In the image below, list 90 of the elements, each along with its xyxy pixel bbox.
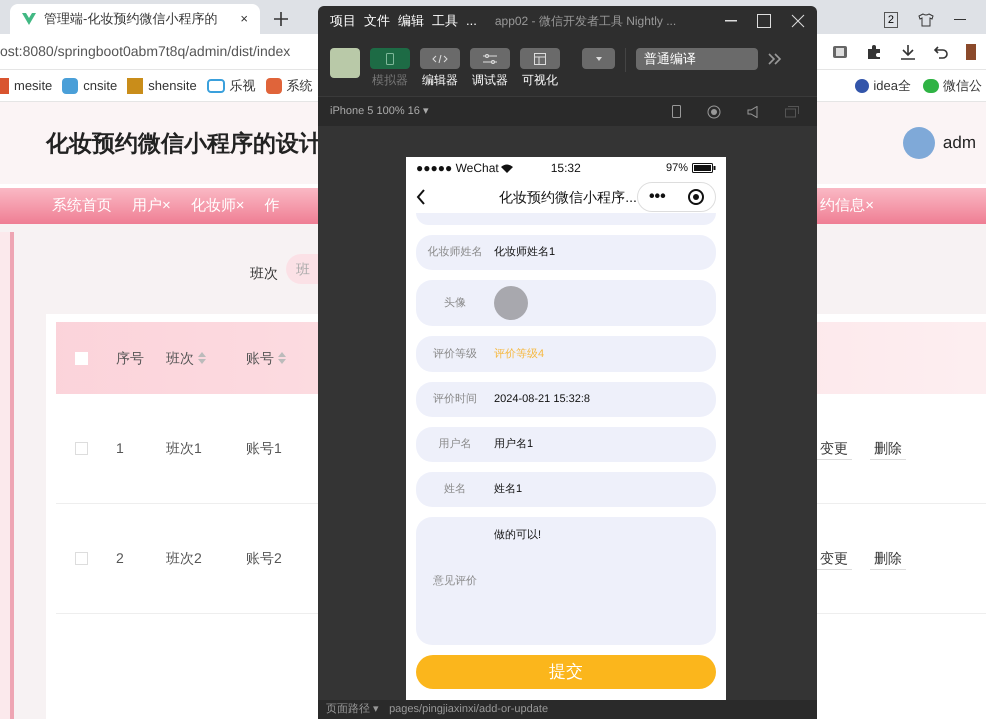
checkbox[interactable] xyxy=(74,442,88,455)
field-label: 化妆师姓名 xyxy=(426,245,484,260)
field-label: 意见评价 xyxy=(432,574,478,589)
username: adm xyxy=(942,132,976,154)
avatar-icon xyxy=(902,127,935,159)
bookmark-icon xyxy=(0,78,9,94)
close-icon[interactable] xyxy=(791,14,805,28)
bookmark-icon xyxy=(206,78,225,92)
back-icon[interactable] xyxy=(416,189,426,205)
column-header[interactable]: 序号 xyxy=(106,348,156,368)
target-icon xyxy=(688,189,704,205)
bookmark-icon xyxy=(127,78,144,94)
chevron-right-icon[interactable] xyxy=(768,53,782,65)
reader-icon[interactable] xyxy=(832,44,848,58)
sliders-icon xyxy=(483,54,497,64)
form-field[interactable]: 化妆师姓名 化妆师姓名1 xyxy=(416,235,716,270)
table-cell: 账号1 xyxy=(246,440,282,456)
wifi-icon xyxy=(500,164,513,172)
code-icon xyxy=(432,54,448,62)
field-label: 姓名 xyxy=(443,482,467,498)
avatar-photo xyxy=(330,48,360,78)
bookmark-icon xyxy=(855,78,870,92)
compile-mode-select[interactable]: 普通编译 xyxy=(636,48,758,70)
bookmark[interactable]: mesite xyxy=(0,76,52,96)
download-icon[interactable] xyxy=(900,44,916,60)
new-tab-icon[interactable] xyxy=(274,12,288,26)
sort-icon xyxy=(198,352,206,364)
field-label: 头像 xyxy=(443,296,467,311)
column-header[interactable]: 账号 xyxy=(236,348,316,368)
sort-icon xyxy=(278,352,286,364)
maximize-icon[interactable] xyxy=(757,14,771,28)
close-icon[interactable]: × xyxy=(240,9,248,29)
menu-item[interactable]: 文件 xyxy=(364,11,390,31)
page-path: pages/pingjiaxinxi/add-or-update xyxy=(389,702,548,718)
puzzle-icon[interactable] xyxy=(866,44,882,60)
menu-item[interactable]: ... xyxy=(466,11,477,31)
caret-icon xyxy=(596,56,602,60)
column-header[interactable]: 班次 xyxy=(156,348,236,368)
form-field[interactable]: 评价时间 2024-08-21 15:32:8 xyxy=(416,382,716,417)
menu-item[interactable]: 项目 xyxy=(330,11,356,31)
comment-field[interactable]: 做的可以! xyxy=(494,517,716,645)
bookmark[interactable]: 乐视 xyxy=(206,76,256,96)
layout-icon xyxy=(534,52,546,64)
phone-icon xyxy=(386,52,394,64)
table-cell: 1 xyxy=(116,440,124,456)
table-cell: 班次2 xyxy=(166,550,202,566)
address-field[interactable]: ost:8080/springboot0abm7t8q/admin/dist/index xyxy=(0,41,316,62)
battery-text: 97% xyxy=(666,160,688,176)
table-cell: 班次1 xyxy=(166,440,202,456)
table-cell: 账号2 xyxy=(246,550,282,566)
shirt-icon[interactable] xyxy=(918,13,934,27)
table-cell: 2 xyxy=(116,550,124,566)
bookmark[interactable]: idea全 xyxy=(855,76,911,96)
field-label: 评价等级 xyxy=(432,346,478,362)
menu-item[interactable]: 工具 xyxy=(432,11,458,31)
path-label[interactable]: 页面路径 ▾ xyxy=(326,701,380,718)
tab-count-icon[interactable]: 2 xyxy=(884,12,898,28)
bookmark[interactable]: shensite xyxy=(127,76,197,96)
phone-icon[interactable] xyxy=(672,105,681,118)
checkbox[interactable] xyxy=(74,552,88,565)
window-title: app02 - 微信开发者工具 Nightly ... xyxy=(494,13,676,30)
mini-program-title: 化妆预约微信小程序... xyxy=(499,188,637,206)
action-button[interactable]: 删除 xyxy=(870,548,906,570)
bookmark-icon xyxy=(62,78,78,94)
minimize-icon[interactable] xyxy=(954,19,966,21)
bookmark-icon xyxy=(266,78,282,94)
device-select[interactable]: iPhone 5 100% 16 ▾ xyxy=(330,103,429,120)
bookmark-icon xyxy=(923,78,939,92)
search-label: 班次 xyxy=(250,264,278,283)
speaker-icon[interactable] xyxy=(747,106,759,118)
checkbox[interactable] xyxy=(74,352,88,364)
form-field[interactable]: 用户名 用户名1 xyxy=(416,427,716,462)
form-field[interactable]: 姓名 姓名1 xyxy=(416,472,716,507)
bookmark[interactable]: 微信公 xyxy=(923,76,982,96)
clock-text: 15:32 xyxy=(550,160,581,177)
carrier-text: ●●●●● WeChat xyxy=(416,160,499,177)
capsule-button[interactable]: ••• xyxy=(636,182,716,212)
minimize-icon[interactable] xyxy=(725,20,737,22)
action-button[interactable]: 删除 xyxy=(870,438,906,460)
record-icon[interactable] xyxy=(707,104,721,118)
undo-icon[interactable] xyxy=(934,44,948,58)
photo-placeholder xyxy=(494,286,528,320)
browser-tab[interactable]: 管理端-化妆预约微信小程序的 × xyxy=(10,4,260,34)
field-label: 评价时间 xyxy=(432,392,478,408)
bookmark[interactable]: cnsite xyxy=(62,76,118,96)
field-label: 用户名 xyxy=(438,436,472,452)
v-logo-icon xyxy=(22,13,36,25)
menu-item[interactable]: 编辑 xyxy=(398,11,424,31)
bookmark[interactable]: 系统 xyxy=(266,76,313,96)
battery-icon xyxy=(692,163,716,173)
